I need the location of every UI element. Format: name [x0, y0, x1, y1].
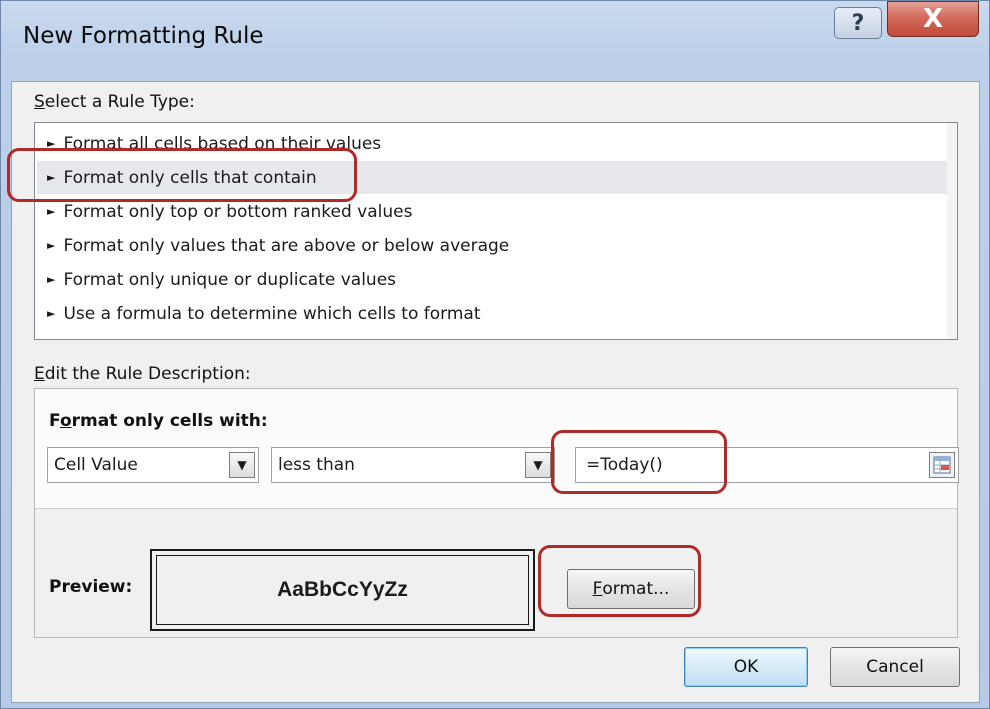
ok-button[interactable]: OK — [684, 647, 808, 687]
rule-type-list[interactable]: ► Format all cells based on their values … — [34, 122, 958, 340]
rule-type-item-selected[interactable]: ► Format only cells that contain — [37, 161, 955, 194]
rule-type-item[interactable]: ► Format all cells based on their values — [37, 127, 955, 160]
arrow-right-icon: ► — [47, 171, 56, 184]
rule-type-item[interactable]: ► Format only unique or duplicate values — [37, 263, 955, 296]
title-bar[interactable]: New Formatting Rule ? X — [1, 1, 990, 79]
value-input[interactable]: =Today() — [575, 447, 959, 483]
rule-type-label: Select a Rule Type: — [34, 92, 195, 112]
format-button[interactable]: Format... — [567, 569, 695, 609]
chevron-down-icon[interactable]: ▼ — [229, 452, 255, 478]
rule-type-item[interactable]: ► Use a formula to determine which cells … — [37, 297, 955, 330]
range-selector-icon[interactable] — [929, 452, 955, 478]
arrow-right-icon: ► — [47, 137, 56, 150]
dialog-body: Select a Rule Type: ► Format all cells ba… — [11, 81, 980, 703]
list-scrollbar[interactable] — [947, 123, 957, 339]
chevron-down-icon[interactable]: ▼ — [525, 452, 551, 478]
condition-field-select[interactable]: Cell Value ▼ — [47, 447, 259, 483]
cancel-button[interactable]: Cancel — [830, 647, 960, 687]
dialog-window: New Formatting Rule ? X Select a Rule Ty… — [0, 0, 990, 709]
arrow-right-icon: ► — [47, 239, 56, 252]
close-button[interactable]: X — [887, 1, 979, 37]
preview-sample: AaBbCcYyZz — [156, 555, 529, 625]
preview-label: Preview: — [49, 577, 133, 597]
dialog-title: New Formatting Rule — [23, 23, 264, 49]
preview-box: AaBbCcYyZz — [150, 549, 535, 631]
rule-type-item[interactable]: ► Format only top or bottom ranked values — [37, 195, 955, 228]
arrow-right-icon: ► — [47, 273, 56, 286]
arrow-right-icon: ► — [47, 205, 56, 218]
format-cells-heading: Format only cells with: — [49, 411, 268, 431]
arrow-right-icon: ► — [47, 307, 56, 320]
rule-description-label: Edit the Rule Description: — [34, 364, 251, 384]
rule-type-item[interactable]: ► Format only values that are above or be… — [37, 229, 955, 262]
help-button[interactable]: ? — [834, 7, 882, 39]
rule-description-group: Format only cells with: Cell Value ▼ les… — [34, 388, 959, 638]
operator-select[interactable]: less than ▼ — [271, 447, 555, 483]
